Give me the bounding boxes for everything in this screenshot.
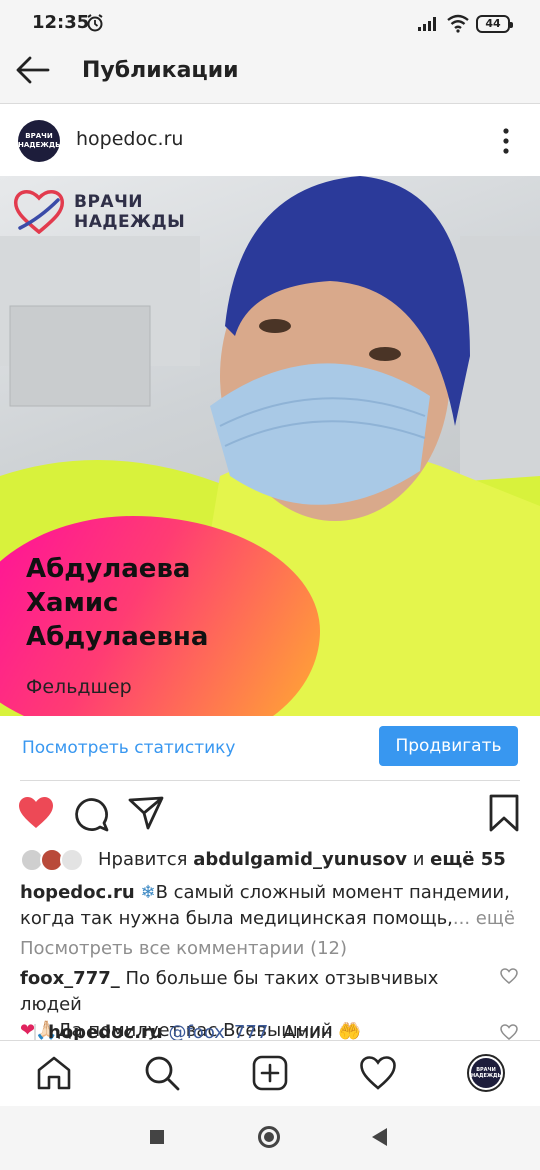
comment-icon[interactable] [74,796,110,832]
activity-heart-icon[interactable] [360,1055,396,1091]
likes-others[interactable]: ещё 55 [430,849,506,870]
bottom-navigation: ВРАЧИ НАДЕЖДЫ [0,1040,540,1106]
logo-heart-icon [13,190,65,234]
person-name-line3: Абдулаевна [26,622,209,652]
like-heart-icon[interactable] [18,796,54,830]
likes-line[interactable]: Нравится abdulgamid_yunusov и ещё 55 [98,849,506,870]
comment-like-icon[interactable] [500,968,518,984]
logo-text: ВРАЧИ НАДЕЖДЫ [74,192,185,232]
more-options-icon[interactable] [496,126,516,156]
add-post-icon[interactable] [252,1055,288,1091]
promo-row: Посмотреть статистику Продвигать [0,716,540,782]
logo-text-line1: ВРАЧИ [74,192,144,212]
post-caption: hopedoc.ru ❄В самый сложный момент панде… [20,880,520,932]
share-icon[interactable] [128,796,164,830]
status-time: 12:35 [32,12,90,33]
page-title: Публикации [82,58,239,83]
person-name-line2: Хамис [26,588,119,618]
divider [20,780,520,781]
person-role: Фельдшер [26,676,132,698]
post-username[interactable]: hopedoc.ru [76,128,183,150]
post-header: ВРАЧИ НАДЕЖДЫ hopedoc.ru [0,106,540,176]
alarm-icon [87,14,103,32]
system-navigation-bar [0,1106,540,1170]
comment-like-icon[interactable] [500,1024,518,1040]
search-icon[interactable] [144,1055,180,1091]
person-name: Абдулаева Хамис Абдулаевна [26,552,208,654]
likers-avatars[interactable] [20,848,88,874]
home-icon[interactable] [36,1055,72,1091]
recents-square-icon[interactable] [150,1130,164,1144]
home-circle-icon[interactable] [258,1126,280,1148]
logo-text-line2: НАДЕЖДЫ [74,212,186,232]
battery-indicator: 44 [476,15,513,33]
caption-more-link[interactable]: ... ещё [453,908,515,929]
profile-avatar: ВРАЧИ НАДЕЖДЫ [471,1058,503,1088]
likes-middle: и [406,849,431,870]
back-arrow-icon[interactable] [14,54,50,86]
profile-avatar-button[interactable]: ВРАЧИ НАДЕЖДЫ [467,1054,505,1092]
post-image[interactable]: ВРАЧИ НАДЕЖДЫ Абдулаева Хамис Абдулаевна… [0,176,540,716]
caption-emoji: ❄ [140,882,156,903]
wifi-icon [447,14,469,33]
likes-prefix: Нравится [98,849,194,870]
likes-user[interactable]: abdulgamid_yunusov [193,849,407,870]
liker-avatar [60,848,84,872]
view-all-comments-link[interactable]: Посмотреть все комментарии (12) [20,938,347,959]
comment-username[interactable]: foox_777_ [20,968,120,989]
signal-icon [418,17,436,31]
avatar[interactable]: ВРАЧИ НАДЕЖДЫ [18,120,62,162]
app-header: Публикации [0,38,540,104]
bookmark-icon[interactable] [488,794,520,832]
back-triangle-icon[interactable] [372,1128,387,1146]
promote-button[interactable]: Продвигать [379,726,518,766]
caption-username[interactable]: hopedoc.ru [20,882,135,903]
view-insights-link[interactable]: Посмотреть статистику [22,738,235,758]
person-name-line1: Абдулаева [26,554,191,584]
